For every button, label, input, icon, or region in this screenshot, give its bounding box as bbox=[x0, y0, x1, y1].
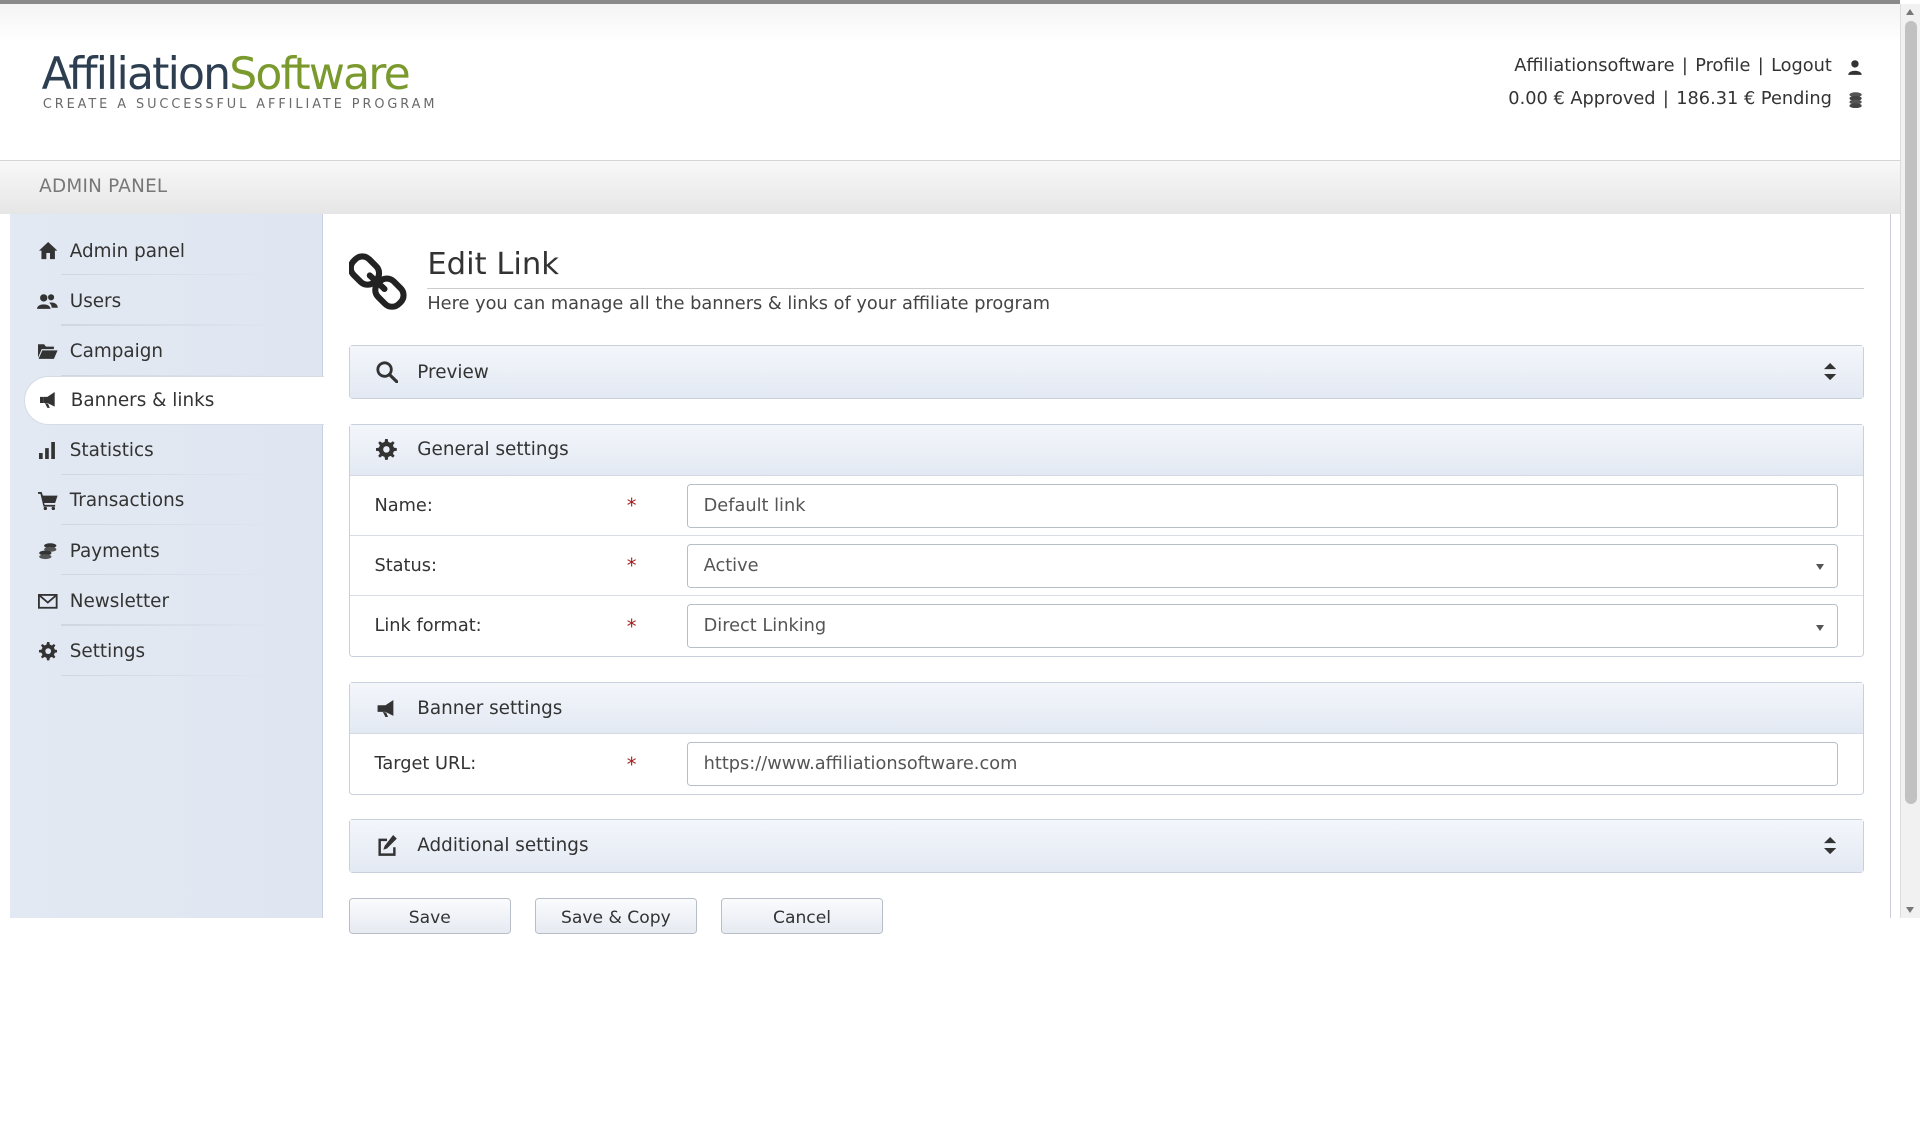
link-format-row: Link format: * Direct Linking bbox=[350, 596, 1863, 656]
sidebar-item-payments[interactable]: Payments bbox=[24, 527, 323, 576]
link-format-select[interactable]: Direct Linking bbox=[686, 604, 1838, 649]
required-mark: * bbox=[626, 614, 637, 638]
target-url-label: Target URL: bbox=[374, 754, 477, 775]
scroll-up-icon[interactable] bbox=[1906, 8, 1915, 15]
status-select[interactable]: Active bbox=[686, 543, 1838, 588]
sidebar-item-label: Users bbox=[69, 290, 122, 312]
link-format-select-value: Direct Linking bbox=[703, 616, 827, 637]
username-link[interactable]: Affiliationsoftware bbox=[1514, 50, 1674, 83]
status-row: Status: * Active bbox=[349, 536, 1863, 597]
gear-icon bbox=[37, 640, 59, 662]
name-input[interactable]: Default link bbox=[686, 483, 1838, 528]
sidebar-item-label: Admin panel bbox=[69, 240, 186, 262]
bar-chart-icon bbox=[37, 440, 59, 462]
page-subtitle: Here you can manage all the banners & li… bbox=[427, 293, 1051, 314]
banner-settings-header: Banner settings bbox=[349, 683, 1863, 735]
sidebar-item-campaign[interactable]: Campaign bbox=[24, 327, 323, 376]
page-title: Edit Link bbox=[427, 247, 560, 283]
chevron-down-icon bbox=[1816, 564, 1825, 570]
sidebar-item-label: Newsletter bbox=[69, 590, 169, 612]
status-label: Status: bbox=[374, 555, 437, 576]
megaphone-icon bbox=[374, 696, 398, 720]
cart-icon bbox=[37, 490, 59, 512]
site-header: AffiliationSoftware CREATE A SUCCESSFUL … bbox=[0, 3, 1901, 161]
status-select-value: Active bbox=[703, 555, 759, 576]
general-settings-panel: General settings Name: * Default link St… bbox=[348, 423, 1864, 658]
required-mark: * bbox=[626, 752, 637, 776]
general-settings-header: General settings bbox=[349, 424, 1863, 477]
megaphone-icon bbox=[38, 389, 60, 411]
banner-settings-panel: Banner settings Target URL: * https://ww… bbox=[348, 682, 1864, 796]
logo-tagline: CREATE A SUCCESSFUL AFFILIATE PROGRAM bbox=[42, 96, 438, 112]
coins-icon bbox=[1847, 91, 1864, 109]
admin-panel-title: ADMIN PANEL bbox=[39, 176, 168, 198]
logo[interactable]: AffiliationSoftware CREATE A SUCCESSFUL … bbox=[41, 49, 438, 112]
scrollbar-thumb[interactable] bbox=[1905, 20, 1918, 805]
admin-panel-bar: ADMIN PANEL bbox=[0, 160, 1901, 215]
additional-settings-header[interactable]: Additional settings bbox=[349, 820, 1863, 872]
sidebar: Admin panel Users Campaign Banners & lin… bbox=[9, 214, 325, 919]
additional-settings-title: Additional settings bbox=[417, 835, 589, 857]
scroll-down-icon[interactable] bbox=[1906, 907, 1915, 914]
chevron-down-icon bbox=[1816, 624, 1825, 631]
sidebar-item-transactions[interactable]: Transactions bbox=[24, 476, 323, 526]
separator: | bbox=[1662, 89, 1669, 110]
sidebar-item-label: Settings bbox=[69, 640, 146, 662]
separator: | bbox=[1681, 56, 1688, 77]
profile-link[interactable]: Profile bbox=[1695, 50, 1750, 83]
target-url-input-value: https://www.affiliationsoftware.com bbox=[703, 754, 1018, 775]
sidebar-item-label: Banners & links bbox=[70, 389, 215, 411]
approved-balance: 0.00 € Approved bbox=[1508, 89, 1656, 110]
required-mark: * bbox=[626, 494, 637, 518]
sidebar-item-label: Transactions bbox=[69, 490, 185, 512]
sidebar-item-newsletter[interactable]: Newsletter bbox=[24, 577, 323, 626]
sidebar-item-admin-panel[interactable]: Admin panel bbox=[24, 227, 323, 276]
user-icon bbox=[1847, 58, 1864, 75]
required-mark: * bbox=[626, 554, 637, 578]
pending-balance: 186.31 € Pending bbox=[1676, 89, 1832, 110]
home-icon bbox=[37, 240, 59, 262]
folder-icon bbox=[37, 340, 59, 362]
target-url-input[interactable]: https://www.affiliationsoftware.com bbox=[686, 742, 1838, 787]
sidebar-item-label: Payments bbox=[69, 540, 160, 562]
gear-icon bbox=[374, 438, 398, 462]
banner-settings-title: Banner settings bbox=[417, 697, 563, 719]
users-icon bbox=[37, 290, 59, 312]
sidebar-item-label: Campaign bbox=[69, 340, 163, 362]
vertical-scrollbar[interactable] bbox=[1900, 3, 1920, 919]
preview-panel: Preview bbox=[348, 345, 1864, 399]
target-url-row: Target URL: * https://www.affiliationsof… bbox=[350, 734, 1863, 794]
name-row: Name: * Default link bbox=[349, 476, 1863, 537]
coins-icon bbox=[37, 540, 59, 562]
expand-toggle-icon[interactable] bbox=[1823, 363, 1836, 381]
general-settings-title: General settings bbox=[417, 439, 569, 461]
save-copy-button[interactable]: Save & Copy bbox=[535, 897, 697, 935]
search-icon bbox=[374, 360, 398, 384]
save-button[interactable]: Save bbox=[348, 897, 511, 935]
link-format-label: Link format: bbox=[374, 616, 482, 637]
sidebar-item-users[interactable]: Users bbox=[24, 277, 323, 326]
sidebar-item-banners-links[interactable]: Banners & links bbox=[24, 375, 325, 425]
sidebar-item-statistics[interactable]: Statistics bbox=[24, 426, 323, 476]
name-input-value: Default link bbox=[703, 495, 806, 516]
envelope-icon bbox=[37, 590, 59, 612]
user-box: Affiliationsoftware | Profile | Logout 0… bbox=[1508, 50, 1863, 116]
link-icon bbox=[347, 251, 408, 312]
edit-icon bbox=[374, 834, 398, 858]
separator: | bbox=[1757, 56, 1764, 77]
preview-panel-header[interactable]: Preview bbox=[349, 346, 1863, 398]
cancel-button[interactable]: Cancel bbox=[721, 897, 883, 935]
name-label: Name: bbox=[374, 495, 433, 516]
logout-link[interactable]: Logout bbox=[1771, 50, 1832, 83]
logo-text-primary: Affiliation bbox=[41, 49, 231, 101]
sidebar-item-label: Statistics bbox=[69, 440, 154, 462]
expand-toggle-icon[interactable] bbox=[1823, 837, 1836, 855]
additional-settings-panel: Additional settings bbox=[348, 819, 1864, 873]
preview-panel-title: Preview bbox=[417, 361, 489, 383]
logo-text-secondary: Software bbox=[229, 49, 410, 101]
title-divider bbox=[427, 287, 1864, 289]
sidebar-item-settings[interactable]: Settings bbox=[24, 627, 323, 676]
